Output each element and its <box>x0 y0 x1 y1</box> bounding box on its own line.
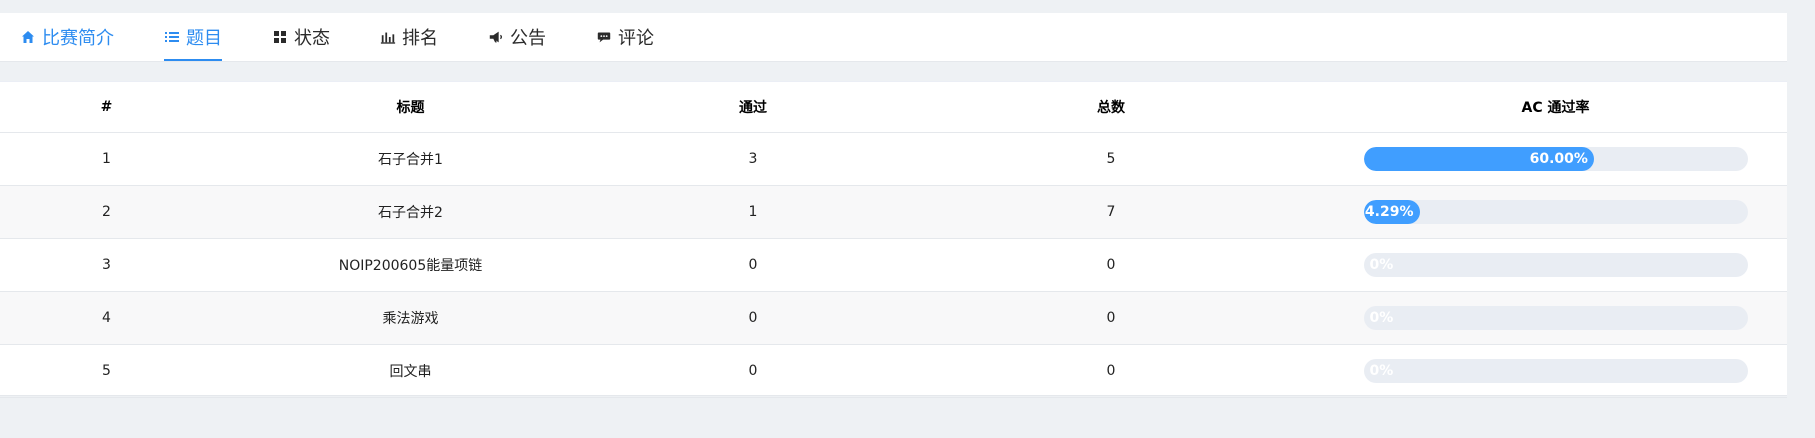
ac-rate-progress: 0% <box>1363 359 1748 383</box>
accepted-count: 0 <box>608 238 898 292</box>
column-header-id: # <box>0 82 213 133</box>
column-header-title: 标题 <box>213 82 608 133</box>
ac-rate-label: 60.00% <box>1529 151 1588 167</box>
ac-rate-label: 0% <box>1369 310 1394 326</box>
accepted-count: 0 <box>608 291 898 345</box>
tab-intro[interactable]: 比赛简介 <box>20 13 114 61</box>
problem-list-panel: # 标题 通过 总数 AC 通过率 1 石子合并1 3 5 60.00% 2 石… <box>0 81 1787 398</box>
tab-label: 排名 <box>402 28 438 49</box>
ac-rate-progress: 0% <box>1363 306 1748 330</box>
problem-title[interactable]: 石子合并2 <box>213 185 608 239</box>
ac-rate-cell: 0% <box>1324 291 1787 345</box>
ac-rate-cell: 60.00% <box>1324 132 1787 186</box>
column-header-total: 总数 <box>898 82 1324 133</box>
problem-id: 4 <box>0 291 213 345</box>
problem-title[interactable]: 石子合并1 <box>213 132 608 186</box>
tab-problems[interactable]: 题目 <box>164 13 222 61</box>
ac-rate-cell: 0% <box>1324 238 1787 292</box>
tab-label: 评论 <box>618 28 654 49</box>
problem-title[interactable]: NOIP200605能量项链 <box>213 238 608 292</box>
tab-announcements[interactable]: 公告 <box>488 13 546 61</box>
contest-tab-bar: 比赛简介 题目 状态 排名 公告 评论 <box>0 13 1787 62</box>
tab-label: 比赛简介 <box>42 28 114 49</box>
comment-icon <box>596 29 612 45</box>
tab-label: 公告 <box>510 28 546 49</box>
problem-id: 2 <box>0 185 213 239</box>
tab-comments[interactable]: 评论 <box>596 13 654 61</box>
total-count: 5 <box>898 132 1324 186</box>
ac-rate-progress: 60.00% <box>1363 147 1748 171</box>
table-row[interactable]: 5 回文串 0 0 0% <box>0 344 1787 398</box>
ac-rate-label: 0% <box>1369 257 1394 273</box>
accepted-count: 1 <box>608 185 898 239</box>
ac-rate-cell: 14.29% <box>1324 185 1787 239</box>
total-count: 0 <box>898 238 1324 292</box>
table-header-row: # 标题 通过 总数 AC 通过率 <box>0 82 1787 133</box>
problem-title[interactable]: 乘法游戏 <box>213 291 608 345</box>
tab-rank[interactable]: 排名 <box>380 13 438 61</box>
table-row[interactable]: 2 石子合并2 1 7 14.29% <box>0 185 1787 239</box>
column-header-accepted: 通过 <box>608 82 898 133</box>
accepted-count: 3 <box>608 132 898 186</box>
total-count: 0 <box>898 291 1324 345</box>
table-row[interactable]: 1 石子合并1 3 5 60.00% <box>0 132 1787 186</box>
tab-list: 比赛简介 题目 状态 排名 公告 评论 <box>0 13 1787 61</box>
total-count: 0 <box>898 344 1324 398</box>
home-icon <box>20 29 36 45</box>
list-icon <box>164 29 180 45</box>
problem-id: 5 <box>0 344 213 398</box>
ac-rate-progress: 14.29% <box>1363 200 1748 224</box>
problem-id: 3 <box>0 238 213 292</box>
ac-rate-label: 0% <box>1369 363 1394 379</box>
total-count: 7 <box>898 185 1324 239</box>
tab-label: 状态 <box>294 28 330 49</box>
problem-id: 1 <box>0 132 213 186</box>
bullhorn-icon <box>488 29 504 45</box>
tab-label: 题目 <box>186 28 222 49</box>
grid-icon <box>272 29 288 45</box>
accepted-count: 0 <box>608 344 898 398</box>
problem-title[interactable]: 回文串 <box>213 344 608 398</box>
table-row[interactable]: 4 乘法游戏 0 0 0% <box>0 291 1787 345</box>
table-row[interactable]: 3 NOIP200605能量项链 0 0 0% <box>0 238 1787 292</box>
tab-status[interactable]: 状态 <box>272 13 330 61</box>
ac-rate-progress: 0% <box>1363 253 1748 277</box>
ac-rate-label: 14.29% <box>1364 204 1414 220</box>
problem-table: # 标题 通过 总数 AC 通过率 1 石子合并1 3 5 60.00% 2 石… <box>0 82 1787 398</box>
column-header-ac-rate: AC 通过率 <box>1324 82 1787 133</box>
bar-chart-icon <box>380 29 396 45</box>
ac-rate-cell: 0% <box>1324 344 1787 398</box>
